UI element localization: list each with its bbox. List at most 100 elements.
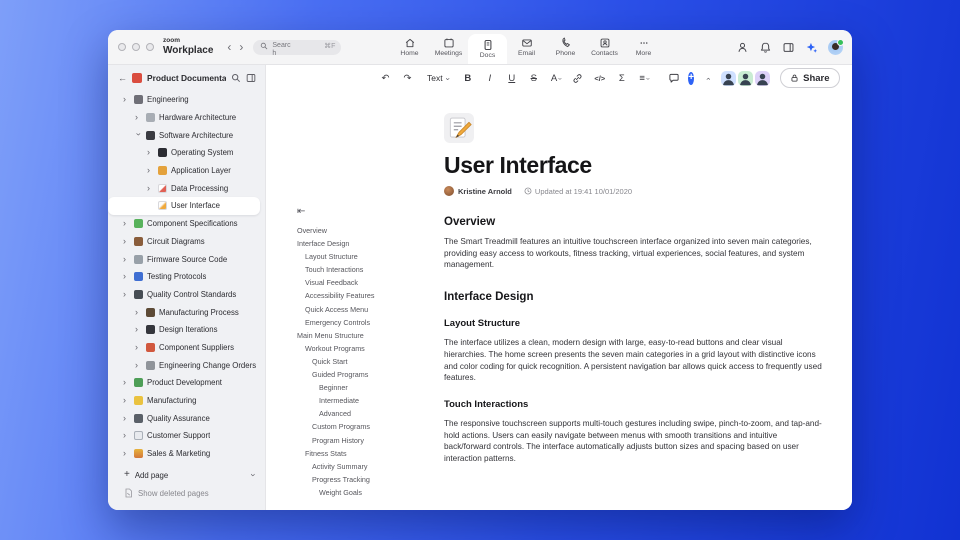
document[interactable]: User Interface Kristine Arnold Updated a… <box>444 113 822 465</box>
sidebar-back-icon[interactable]: ← <box>118 73 127 83</box>
toc-item[interactable]: Main Menu Structure <box>297 329 427 342</box>
app-tabs: Home Meetings Docs Email Phone Contacts … <box>390 30 663 64</box>
sidebar-tree-item[interactable]: › Firmware Source Code <box>108 250 260 268</box>
collaborator-avatars <box>721 70 771 86</box>
sidebar-tree-item[interactable]: › Quality Control Standards <box>108 286 260 304</box>
toc-item[interactable]: Progress Tracking <box>297 473 427 486</box>
toc-item[interactable]: Touch Interactions <box>297 263 427 276</box>
toc-item[interactable]: Interface Design <box>297 237 427 250</box>
link-button[interactable] <box>568 70 587 87</box>
sidebar-tree-item[interactable]: › Data Processing <box>108 179 260 197</box>
ai-sparkle-icon[interactable] <box>805 41 818 54</box>
bell-icon[interactable] <box>759 41 772 54</box>
toc-item[interactable]: Intermediate <box>297 394 427 407</box>
toc-item[interactable]: Activity Summary <box>297 460 427 473</box>
sidebar-tree-item[interactable]: › User Interface <box>108 197 260 215</box>
boot-icon <box>146 307 155 317</box>
show-deleted-pages-button[interactable]: Show deleted pages <box>108 484 265 502</box>
strikethrough-button[interactable]: S <box>524 70 543 87</box>
chevron-right-icon: › <box>123 253 126 264</box>
sidebar-tree-item[interactable]: › Component Suppliers <box>108 339 260 357</box>
sidebar-tree-item[interactable]: › Sales & Marketing <box>108 445 260 463</box>
tab-meetings[interactable]: Meetings <box>429 30 468 64</box>
global-search-input[interactable]: Search ⌘F <box>253 39 342 57</box>
tab-contacts[interactable]: Contacts <box>585 30 624 64</box>
memo-icon[interactable] <box>444 113 474 143</box>
sidebar-tree-item[interactable]: › Circuit Diagrams <box>108 233 260 251</box>
toc-item[interactable]: Quick Start <box>297 355 427 368</box>
text-style-dropdown[interactable]: Text › <box>423 73 452 83</box>
collapse-toolbar-button[interactable]: › <box>699 70 718 87</box>
sidebar-tree-item[interactable]: › Software Architecture <box>108 126 260 144</box>
side-panel-icon[interactable] <box>782 41 795 54</box>
profile-icon[interactable] <box>736 41 749 54</box>
sidebar-tree-item[interactable]: › Engineering Change Orders <box>108 356 260 374</box>
italic-button[interactable]: I <box>480 70 499 87</box>
tab-email[interactable]: Email <box>507 30 546 64</box>
add-page-button[interactable]: + Add page › <box>108 467 265 485</box>
toc-item[interactable]: Layout Structure <box>297 250 427 263</box>
sidebar-tree-item[interactable]: › Operating System <box>108 144 260 162</box>
zoom-window-button[interactable] <box>146 43 154 51</box>
list-format-button[interactable]: ≡ › <box>634 70 653 87</box>
page-title: User Interface <box>444 152 592 178</box>
collaborator-avatar[interactable] <box>738 70 754 86</box>
underline-button[interactable]: U <box>502 70 521 87</box>
sidebar-tree-item[interactable]: › Manufacturing Process <box>108 303 260 321</box>
back-button[interactable]: ‹ <box>223 41 235 53</box>
plus-icon: + <box>124 469 130 481</box>
zoom-workplace-logo: zoom Workplace <box>163 38 213 56</box>
text-color-button[interactable]: A › <box>546 70 565 87</box>
tab-more[interactable]: More <box>624 30 663 64</box>
toc-item[interactable]: Accessibility Features <box>297 289 427 302</box>
sidebar-tree-item[interactable]: › Application Layer <box>108 162 260 180</box>
sidebar-tree-item[interactable]: › Design Iterations <box>108 321 260 339</box>
toc-item[interactable]: Fitness Stats <box>297 447 427 460</box>
chevron-right-icon: › <box>147 182 150 193</box>
tab-home[interactable]: Home <box>390 30 429 64</box>
close-window-button[interactable] <box>118 43 126 51</box>
collapse-toc-icon[interactable]: ⇤ <box>297 206 305 217</box>
contacts-icon <box>600 38 609 48</box>
tab-docs[interactable]: Docs <box>468 34 507 64</box>
toc-item[interactable]: Workout Programs <box>297 342 427 355</box>
share-button[interactable]: Share <box>780 68 840 88</box>
sidebar-search-icon[interactable] <box>231 73 241 83</box>
sidebar-tree-item[interactable]: › Product Development <box>108 374 260 392</box>
sidebar-tree-item[interactable]: › Customer Support <box>108 427 260 445</box>
toc-item[interactable]: Guided Programs <box>297 368 427 381</box>
sidebar-tree-item[interactable]: › Manufacturing <box>108 392 260 410</box>
toc-item[interactable]: Weight Goals <box>297 486 427 499</box>
toc-item[interactable]: Visual Feedback <box>297 276 427 289</box>
sidebar-tree-item[interactable]: › Quality Assurance <box>108 409 260 427</box>
forward-button[interactable]: › <box>235 41 247 53</box>
collaborator-avatar[interactable] <box>721 70 737 86</box>
ai-add-button[interactable]: + <box>688 71 695 85</box>
chevron-right-icon: › <box>135 324 138 335</box>
equation-button[interactable]: Σ <box>612 70 631 87</box>
toc-item[interactable]: Custom Programs <box>297 420 427 433</box>
comment-button[interactable] <box>664 70 683 87</box>
police-officer-icon <box>134 272 143 282</box>
bold-button[interactable]: B <box>458 70 477 87</box>
toc-item[interactable]: Program History <box>297 434 427 447</box>
sidebar-tree-item[interactable]: › Engineering <box>108 91 260 109</box>
tab-phone[interactable]: Phone <box>546 30 585 64</box>
code-button[interactable]: </> <box>590 70 609 87</box>
toc-item[interactable]: Emergency Controls <box>297 316 427 329</box>
toc-item[interactable]: Advanced <box>297 407 427 420</box>
minimize-window-button[interactable] <box>132 43 140 51</box>
redo-button[interactable]: ↷ <box>398 70 417 87</box>
collapse-sidebar-icon[interactable] <box>246 73 256 83</box>
undo-button[interactable]: ↶ <box>376 70 395 87</box>
chevron-down-icon[interactable]: › <box>249 474 259 477</box>
toc-item[interactable]: Overview <box>297 224 427 237</box>
toc-item[interactable]: Quick Access Menu <box>297 303 427 316</box>
document-panel: ↶ ↷ Text › B I U S A › </> Σ ≡ › + › Sha… <box>266 65 852 510</box>
collaborator-avatar[interactable] <box>755 70 771 86</box>
account-avatar[interactable] <box>828 38 844 55</box>
sidebar-tree-item[interactable]: › Component Specifications <box>108 215 260 233</box>
toc-item[interactable]: Beginner <box>297 381 427 394</box>
sidebar-tree-item[interactable]: › Hardware Architecture <box>108 109 260 127</box>
sidebar-tree-item[interactable]: › Testing Protocols <box>108 268 260 286</box>
